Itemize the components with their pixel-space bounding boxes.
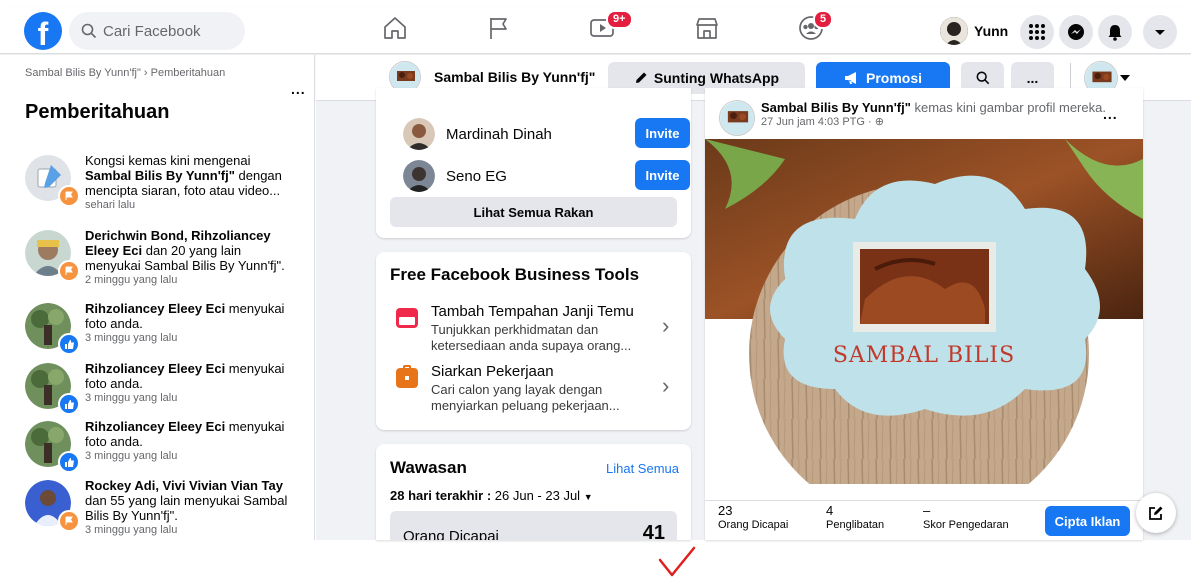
notification-item[interactable]: Derichwin Bond, Rihzoliancey Eleey Eci d…: [25, 228, 295, 294]
facebook-logo[interactable]: f: [24, 12, 62, 50]
notifications-bell-icon[interactable]: [1098, 15, 1132, 49]
create-ad-button[interactable]: Cipta Iklan: [1045, 506, 1130, 536]
metric-value: 41: [642, 522, 665, 540]
watch-icon[interactable]: 9+: [588, 10, 633, 46]
notification-time: 3 minggu yang lalu: [85, 450, 178, 462]
post-image-caption: SAMBAL BILIS: [832, 343, 1016, 368]
insights-card: Wawasan Lihat Semua 28 hari terakhir : 2…: [376, 444, 691, 540]
notification-item[interactable]: Rihzoliancey Eleey Eci menyukai foto and…: [25, 301, 295, 367]
avatar: [940, 17, 968, 45]
checkmark-icon: [658, 546, 696, 577]
card-title: Wawasan: [390, 458, 467, 477]
notification-time: 3 minggu yang lalu: [85, 524, 178, 536]
business-tools-card: Free Facebook Business Tools Tambah Temp…: [376, 252, 691, 430]
notification-item[interactable]: Rihzoliancey Eleey Eci menyukai foto and…: [25, 419, 295, 485]
watch-badge: 9+: [606, 10, 633, 29]
notification-text: Rihzoliancey Eleey Eci menyukai foto and…: [85, 361, 295, 405]
profile-name: Yunn: [974, 23, 1009, 39]
flag-icon: [58, 510, 80, 532]
menu-grid-icon[interactable]: [1020, 15, 1054, 49]
post-image[interactable]: SAMBAL BILIS: [705, 139, 1143, 484]
flag-icon: [58, 260, 80, 282]
profile-chip[interactable]: Yunn: [936, 15, 1016, 47]
search-icon: [976, 71, 989, 85]
friend-row: Seno EG Invite: [403, 160, 690, 194]
notification-text: Rihzoliancey Eleey Eci menyukai foto and…: [85, 419, 295, 463]
notification-text: Derichwin Bond, Rihzoliancey Eleey Eci d…: [85, 228, 295, 287]
thumbs-up-icon: [58, 333, 80, 355]
date-range-selector[interactable]: 28 hari terakhir : 26 Jun - 23 Jul ▼: [390, 488, 593, 503]
thumbs-up-icon: [58, 393, 80, 415]
page-name[interactable]: Sambal Bilis By Yunn'fj": [434, 69, 595, 85]
marketplace-icon[interactable]: [693, 14, 725, 46]
flag-icon: [58, 185, 80, 207]
friend-name[interactable]: Seno EG: [446, 168, 507, 185]
megaphone-icon: [844, 72, 856, 84]
compose-icon: [1149, 506, 1163, 520]
page-title: Pemberitahuan: [25, 101, 170, 123]
caret-down-icon[interactable]: [1120, 74, 1130, 82]
pencil-icon: [635, 72, 647, 83]
metric-label: Orang Dicapai: [403, 528, 499, 540]
search-icon: [81, 23, 97, 39]
caret-down-icon: ▼: [583, 492, 593, 502]
post-stat: 4 Penglibatan: [826, 503, 885, 532]
chevron-right-icon: ›: [662, 373, 670, 398]
see-all-friends-button[interactable]: Lihat Semua Rakan: [390, 197, 677, 227]
friend-row: Mardinah Dinah Invite: [403, 118, 690, 152]
notification-time: sehari lalu: [85, 199, 136, 211]
briefcase-icon: [396, 365, 418, 388]
feed-post: Sambal Bilis By Yunn'fj" kemas kini gamb…: [705, 88, 1143, 540]
breadcrumb[interactable]: Sambal Bilis By Yunn'fj" › Pemberitahuan: [25, 66, 265, 80]
post-stat: – Skor Pengedaran: [923, 503, 1009, 532]
notification-time: 3 minggu yang lalu: [85, 332, 178, 344]
tool-description: Cari calon yang layak dengan menyiarkan …: [431, 382, 620, 413]
friend-avatar: [403, 160, 435, 192]
tool-appointments[interactable]: Tambah Tempahan Janji Temu Tunjukkan per…: [390, 303, 680, 355]
groups-icon[interactable]: 5: [797, 10, 834, 46]
notification-text: Rockey Adi, Vivi Vivian Vian Tay dan 55 …: [85, 478, 295, 537]
post-more-button[interactable]: ...: [1103, 106, 1118, 122]
left-more-button[interactable]: ...: [291, 81, 306, 97]
chevron-right-icon: ›: [662, 313, 670, 338]
notification-time: 3 minggu yang lalu: [85, 392, 178, 404]
groups-badge: 5: [813, 10, 834, 29]
post-author: Sambal Bilis By Yunn'fj": [761, 100, 911, 115]
post-time: 27 Jun jam 4:03 PTG · ⊕: [761, 116, 884, 128]
search-input[interactable]: [103, 22, 233, 40]
pages-flag-icon[interactable]: [485, 14, 517, 46]
invite-friends-card: Mardinah Dinah Invite Seno EG Invite Lih…: [376, 88, 691, 238]
card-title: Free Facebook Business Tools: [390, 265, 640, 284]
post-header-text: Sambal Bilis By Yunn'fj" kemas kini gamb…: [761, 100, 1106, 128]
tool-name: Siarkan Pekerjaan: [431, 363, 554, 380]
see-all-insights-link[interactable]: Lihat Semua: [606, 461, 679, 476]
friend-name[interactable]: Mardinah Dinah: [446, 126, 552, 143]
invite-button[interactable]: Invite: [635, 118, 690, 148]
divider: [705, 500, 1143, 501]
post-author-avatar[interactable]: [719, 100, 755, 136]
top-navigation-bar: f 9+ 5 Yunn: [0, 8, 1191, 54]
new-message-button[interactable]: [1136, 493, 1176, 533]
post-stat: 23 Orang Dicapai: [718, 503, 789, 532]
notification-text: Kongsi kemas kini mengenai Sambal Bilis …: [85, 153, 295, 212]
search-box[interactable]: [69, 12, 245, 50]
notifications-panel: Sambal Bilis By Yunn'fj" › Pemberitahuan…: [0, 55, 315, 540]
notification-time: 2 minggu yang lalu: [85, 274, 178, 286]
globe-icon: ⊕: [874, 116, 884, 128]
account-dropdown-icon[interactable]: [1143, 15, 1177, 49]
invite-button[interactable]: Invite: [635, 160, 690, 190]
notification-item[interactable]: Rihzoliancey Eleey Eci menyukai foto and…: [25, 361, 295, 427]
friend-avatar: [403, 118, 435, 150]
notification-item[interactable]: Kongsi kemas kini mengenai Sambal Bilis …: [25, 153, 295, 219]
messenger-icon[interactable]: [1059, 15, 1093, 49]
tool-description: Tunjukkan perkhidmatan dan ketersediaan …: [431, 322, 632, 353]
home-icon[interactable]: [381, 14, 413, 46]
tool-name: Tambah Tempahan Janji Temu: [431, 303, 634, 320]
metric-box[interactable]: Orang Dicapai 41: [390, 511, 677, 540]
tool-jobs[interactable]: Siarkan Pekerjaan Cari calon yang layak …: [390, 363, 680, 415]
calendar-icon: [396, 308, 418, 328]
notification-text: Rihzoliancey Eleey Eci menyukai foto and…: [85, 301, 295, 345]
thumbs-up-icon: [58, 451, 80, 473]
notification-item[interactable]: Rockey Adi, Vivi Vivian Vian Tay dan 55 …: [25, 478, 295, 540]
